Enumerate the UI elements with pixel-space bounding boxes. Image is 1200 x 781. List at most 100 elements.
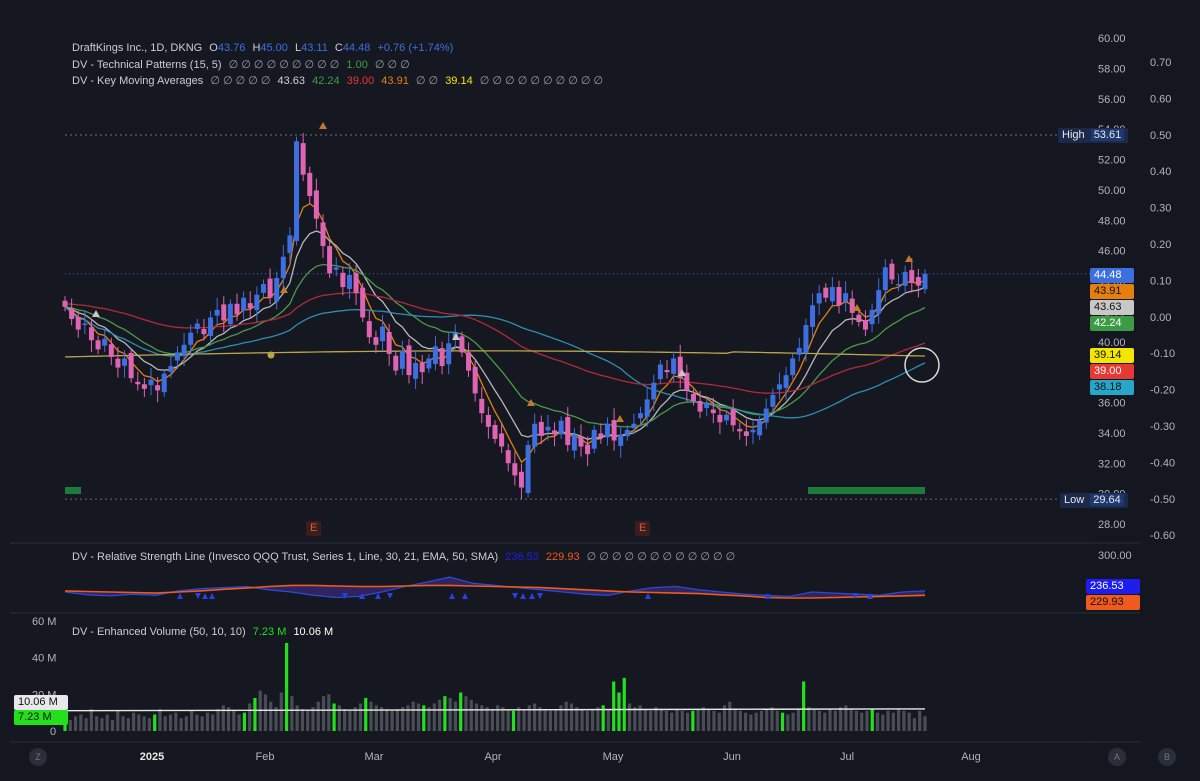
volume-bar[interactable] bbox=[833, 710, 837, 731]
volume-bar[interactable] bbox=[364, 698, 368, 731]
volume-bar[interactable] bbox=[548, 710, 552, 731]
volume-bar[interactable] bbox=[765, 709, 769, 731]
volume-bar[interactable] bbox=[501, 707, 505, 731]
volume-bar[interactable] bbox=[195, 714, 199, 732]
volume-bar[interactable] bbox=[627, 703, 632, 732]
volume-bar[interactable] bbox=[401, 707, 405, 731]
volume-bar[interactable] bbox=[432, 703, 436, 732]
volume-bar[interactable] bbox=[511, 710, 516, 731]
volume-bar[interactable] bbox=[918, 710, 922, 731]
volume-bar[interactable] bbox=[691, 710, 695, 731]
volume-bar[interactable] bbox=[485, 707, 489, 731]
volume-bar[interactable] bbox=[775, 710, 779, 731]
volume-bar[interactable] bbox=[131, 712, 136, 731]
volume-bar[interactable] bbox=[897, 709, 901, 731]
volume-bar[interactable] bbox=[216, 709, 220, 731]
volume-bar[interactable] bbox=[427, 707, 431, 731]
volume-bar[interactable] bbox=[221, 705, 225, 731]
volume-bar[interactable] bbox=[532, 703, 537, 732]
volume-bar[interactable] bbox=[522, 709, 526, 731]
volume-bar[interactable] bbox=[923, 716, 927, 731]
zoom-button[interactable]: Z bbox=[29, 748, 47, 766]
earnings-marker[interactable]: E bbox=[635, 521, 651, 536]
volume-bar[interactable] bbox=[395, 709, 399, 731]
volume-bar[interactable] bbox=[190, 710, 194, 731]
volume-bar[interactable] bbox=[158, 709, 162, 731]
volume-bar[interactable] bbox=[332, 703, 336, 732]
volume-bar[interactable] bbox=[348, 710, 352, 731]
volume-bar[interactable] bbox=[617, 692, 621, 732]
volume-bar[interactable] bbox=[358, 703, 363, 732]
volume-bar[interactable] bbox=[211, 714, 215, 732]
volume-bar[interactable] bbox=[343, 709, 347, 731]
volume-bar[interactable] bbox=[749, 714, 753, 732]
volume-bar[interactable] bbox=[807, 707, 811, 731]
volume-bar[interactable] bbox=[754, 712, 758, 731]
volume-bar[interactable] bbox=[321, 696, 326, 731]
volume-bar[interactable] bbox=[411, 701, 415, 731]
volume-bar[interactable] bbox=[881, 714, 885, 732]
volume-bar[interactable] bbox=[284, 643, 289, 731]
volume-bar[interactable] bbox=[717, 712, 721, 731]
volume-bar[interactable] bbox=[643, 709, 647, 731]
volume-bar[interactable] bbox=[759, 710, 764, 731]
volume-bar[interactable] bbox=[670, 712, 674, 731]
volume-bar[interactable] bbox=[269, 701, 273, 731]
volume-bar[interactable] bbox=[438, 699, 442, 731]
volume-bar[interactable] bbox=[538, 707, 542, 731]
volume-bar[interactable] bbox=[828, 709, 832, 731]
volume-bar[interactable] bbox=[606, 709, 611, 731]
volume-bar[interactable] bbox=[738, 710, 742, 731]
volume-bar[interactable] bbox=[585, 710, 589, 731]
volume-bar[interactable] bbox=[263, 694, 268, 731]
volume-bar[interactable] bbox=[554, 709, 558, 731]
volume-bar[interactable] bbox=[121, 716, 125, 731]
kma-legend[interactable]: DV - Key Moving Averages ∅ ∅ ∅ ∅ ∅ 43.63… bbox=[72, 74, 607, 87]
volume-bar[interactable] bbox=[184, 716, 188, 731]
volume-bar[interactable] bbox=[374, 705, 378, 731]
candle[interactable] bbox=[360, 283, 366, 323]
volume-bar[interactable] bbox=[712, 710, 716, 731]
volume-bar[interactable] bbox=[596, 707, 600, 731]
volume-bar[interactable] bbox=[205, 712, 210, 731]
volume-bar[interactable] bbox=[685, 712, 690, 731]
volume-bar[interactable] bbox=[100, 718, 104, 731]
volume-bar[interactable] bbox=[802, 681, 806, 732]
volume-bar[interactable] bbox=[137, 714, 141, 732]
volume-bar[interactable] bbox=[860, 712, 864, 731]
volume-bar[interactable] bbox=[865, 710, 869, 731]
volume-bar[interactable] bbox=[464, 696, 468, 731]
volume-bar[interactable] bbox=[701, 707, 706, 731]
volume-bar[interactable] bbox=[823, 712, 827, 731]
volume-bar[interactable] bbox=[633, 707, 637, 731]
volume-bar[interactable] bbox=[385, 709, 389, 731]
rs-legend[interactable]: DV - Relative Strength Line (Invesco QQQ… bbox=[72, 550, 739, 563]
volume-bar[interactable] bbox=[580, 709, 584, 731]
volume-bar[interactable] bbox=[612, 681, 616, 732]
volume-bar[interactable] bbox=[575, 707, 579, 731]
volume-bar[interactable] bbox=[110, 720, 115, 731]
candle[interactable] bbox=[294, 136, 300, 246]
volume-bar[interactable] bbox=[564, 701, 568, 731]
volume-bar[interactable] bbox=[796, 709, 800, 731]
volume-bar[interactable] bbox=[153, 714, 157, 732]
volume-bar[interactable] bbox=[200, 716, 204, 731]
volume-bar[interactable] bbox=[469, 699, 473, 731]
volume-bar[interactable] bbox=[84, 718, 88, 731]
volume-bar[interactable] bbox=[907, 712, 911, 731]
volume-bar[interactable] bbox=[912, 718, 917, 731]
volume-bar[interactable] bbox=[543, 709, 547, 731]
volume-bar[interactable] bbox=[416, 703, 421, 732]
volume-bar[interactable] bbox=[306, 710, 310, 731]
volume-bar[interactable] bbox=[422, 705, 426, 731]
volume-bar[interactable] bbox=[248, 703, 252, 732]
volume-bar[interactable] bbox=[854, 710, 859, 731]
volume-bar[interactable] bbox=[786, 714, 790, 732]
candle[interactable] bbox=[327, 241, 333, 278]
volume-bar[interactable] bbox=[849, 709, 853, 731]
volume-bar[interactable] bbox=[147, 718, 152, 731]
volume-bar[interactable] bbox=[126, 718, 130, 731]
volume-bar[interactable] bbox=[838, 707, 843, 731]
volume-bar[interactable] bbox=[448, 698, 452, 731]
volume-bar[interactable] bbox=[253, 698, 257, 731]
